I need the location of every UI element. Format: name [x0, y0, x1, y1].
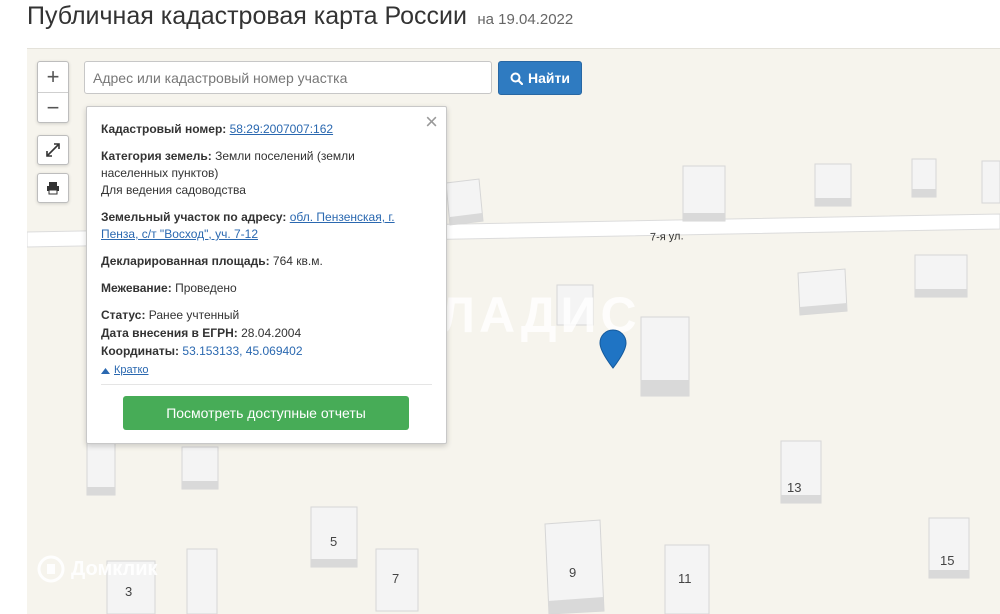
popup-body: Кадастровый номер: 58:29:2007007:162 Кат…	[101, 121, 421, 379]
expand-icon	[46, 143, 60, 157]
building	[814, 163, 852, 207]
status-value: Ранее учтенный	[148, 308, 240, 322]
area-value: 764 кв.м.	[272, 254, 323, 268]
house-number: 15	[940, 553, 955, 568]
page-title-text: Публичная кадастровая карта России	[27, 2, 467, 30]
area-label: Декларированная площадь:	[101, 254, 270, 268]
caret-up-icon	[101, 367, 110, 374]
house-number: 5	[330, 534, 338, 549]
search-button-label: Найти	[528, 70, 570, 86]
building	[914, 254, 968, 298]
popup-divider	[101, 384, 432, 385]
egrn-date-row: Дата внесения в ЕГРН: 28.04.2004	[101, 325, 421, 342]
status-row: Статус: Ранее учтенный	[101, 307, 421, 324]
domclick-logo-icon	[37, 555, 65, 583]
building	[640, 316, 690, 397]
building	[928, 517, 970, 579]
cadastral-map[interactable]: 7-я ул. 3 5 7 9 11 13 15 ВЛАДИС Домклик …	[27, 48, 1000, 614]
survey-row: Межевание: Проведено	[101, 280, 421, 297]
land-category-row: Категория земель: Земли поселений (земли…	[101, 148, 421, 199]
popup-close-button[interactable]: ×	[425, 111, 438, 133]
building	[981, 160, 1000, 204]
building	[181, 446, 219, 490]
egrn-date-value: 28.04.2004	[241, 326, 302, 340]
building	[445, 178, 484, 226]
survey-label: Межевание:	[101, 281, 172, 295]
survey-value: Проведено	[175, 281, 237, 295]
page-title-date: на 19.04.2022	[477, 11, 574, 28]
search-icon	[510, 72, 524, 85]
parcel-info-popup: × Кадастровый номер: 58:29:2007007:162 К…	[86, 106, 447, 444]
street-label: 7-я ул.	[649, 230, 684, 244]
search-button[interactable]: Найти	[498, 61, 582, 95]
land-usage-value: Для ведения садоводства	[101, 183, 246, 197]
printer-icon	[47, 182, 59, 195]
house-number: 7	[392, 571, 400, 586]
building	[186, 548, 218, 614]
building	[797, 268, 848, 316]
building	[86, 438, 116, 496]
building	[682, 165, 726, 222]
coordinates-label: Координаты:	[101, 344, 180, 358]
building	[911, 158, 937, 198]
coordinates-row: Координаты: 53.153133, 45.069402	[101, 343, 421, 360]
house-number: 3	[125, 584, 133, 599]
page-title: Публичная кадастровая карта России на 19…	[27, 2, 573, 34]
house-number: 9	[569, 565, 577, 580]
map-marker-icon[interactable]	[599, 329, 627, 369]
area-row: Декларированная площадь: 764 кв.м.	[101, 253, 421, 270]
print-button[interactable]	[37, 173, 69, 203]
fullscreen-button[interactable]	[37, 135, 69, 165]
egrn-date-label: Дата внесения в ЕГРН:	[101, 326, 238, 340]
land-category-label: Категория земель:	[101, 149, 212, 163]
watermark-domclick: Домклик	[37, 555, 158, 583]
collapse-details-link[interactable]: Кратко	[101, 362, 149, 379]
zoom-in-button[interactable]: +	[38, 62, 68, 92]
cadastral-number-row: Кадастровый номер: 58:29:2007007:162	[101, 121, 421, 138]
status-label: Статус:	[101, 308, 146, 322]
house-number: 11	[678, 571, 692, 586]
watermark-domclick-text: Домклик	[71, 557, 158, 580]
address-row: Земельный участок по адресу: обл. Пензен…	[101, 209, 421, 243]
zoom-out-button[interactable]: −	[38, 92, 68, 123]
cadastral-number-label: Кадастровый номер:	[101, 122, 227, 136]
view-reports-button[interactable]: Посмотреть доступные отчеты	[123, 396, 409, 430]
house-number: 13	[787, 480, 802, 495]
zoom-controls: + −	[37, 61, 69, 123]
collapse-details-label: Кратко	[114, 364, 149, 376]
search-input[interactable]	[84, 61, 492, 94]
address-label: Земельный участок по адресу:	[101, 210, 287, 224]
cadastral-number-link[interactable]: 58:29:2007007:162	[230, 122, 333, 136]
coordinates-value: 53.153133, 45.069402	[182, 344, 303, 358]
